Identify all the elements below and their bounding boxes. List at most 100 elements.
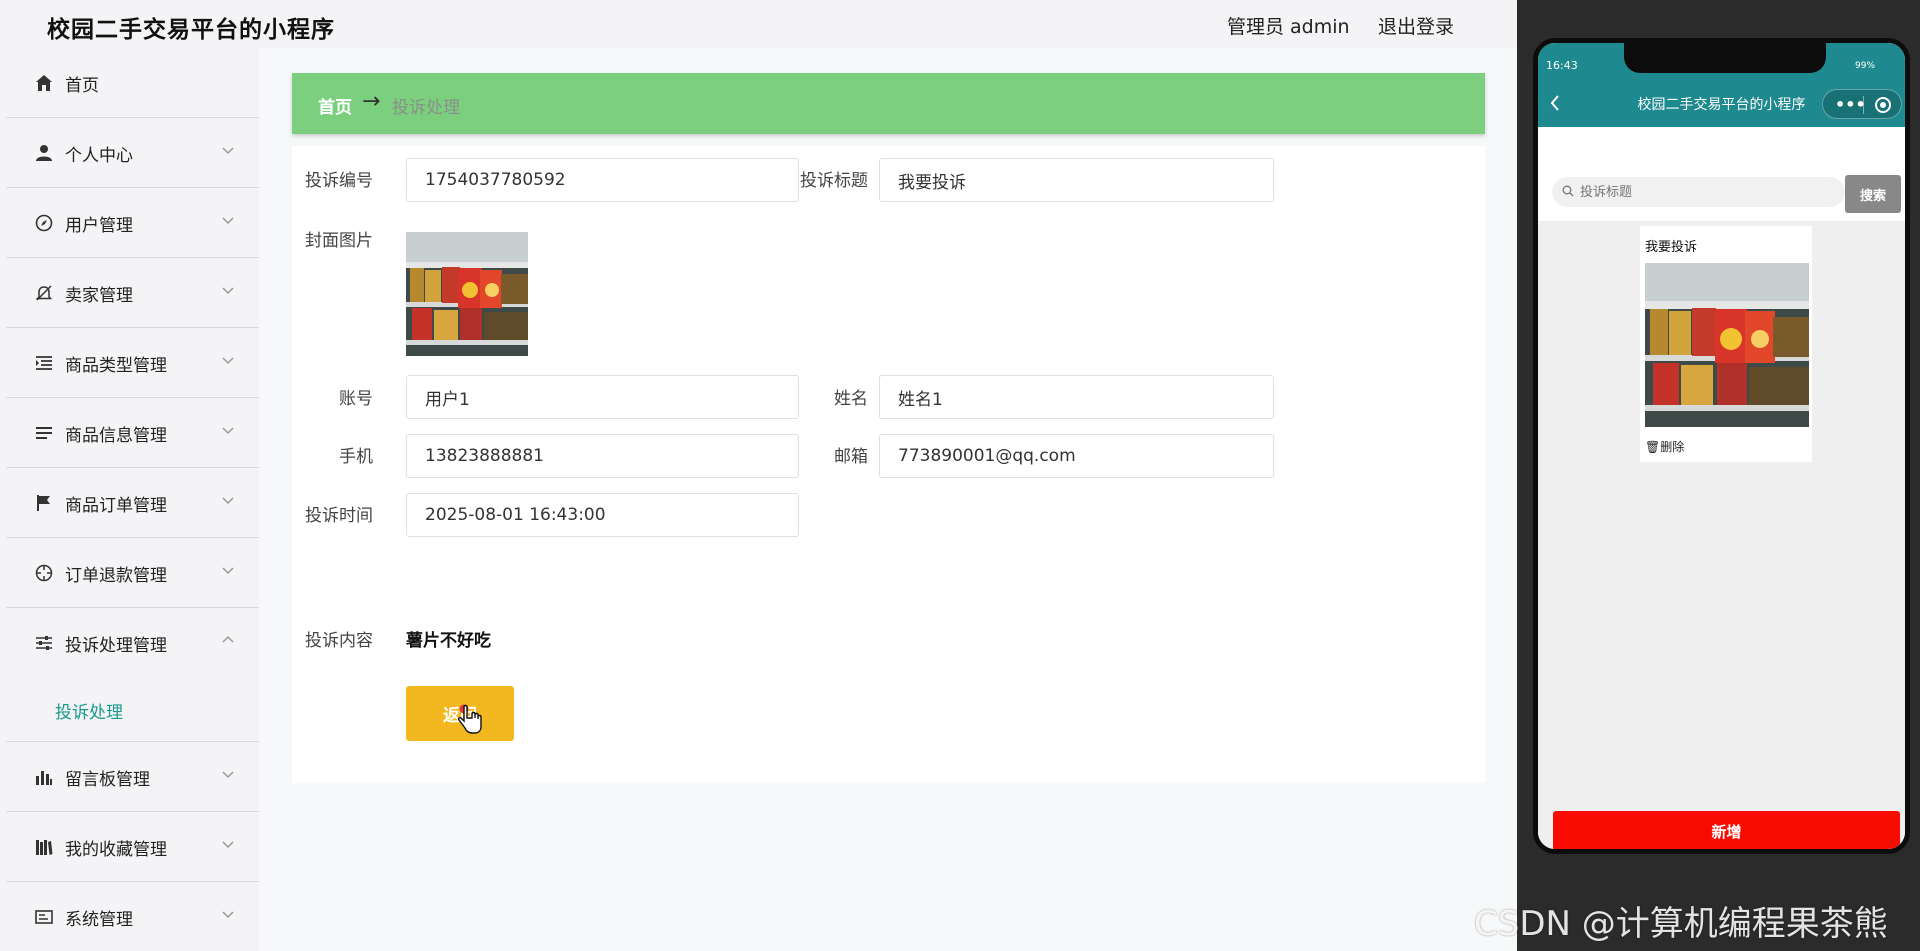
main-content: 首页 → 投诉处理 投诉编号 投诉标题 封面图片: [259, 48, 1517, 951]
sidebar-item-orders[interactable]: 商品订单管理: [6, 468, 259, 538]
chevron-down-icon: [222, 217, 234, 225]
phone-search-button[interactable]: 搜索: [1845, 175, 1901, 213]
chevron-down-icon: [222, 147, 234, 155]
mini-program-capsule[interactable]: •••: [1822, 89, 1902, 119]
sidebar-item-favorites[interactable]: 我的收藏管理: [6, 812, 259, 882]
card-title: 我要投诉: [1645, 240, 1698, 255]
email-field[interactable]: [879, 434, 1274, 478]
admin-panel: 校园二手交易平台的小程序 管理员 admin 退出登录 首页 个人中心 用户管理: [0, 0, 1517, 951]
close-mini-program-icon[interactable]: [1875, 97, 1891, 113]
complaint-title-field[interactable]: [879, 158, 1274, 202]
status-battery: 99%: [1855, 61, 1876, 71]
sidebar-item-label: 投诉处理管理: [65, 636, 167, 656]
breadcrumb: 首页 → 投诉处理: [292, 73, 1485, 134]
complaint-content-value: 薯片不好吃: [406, 631, 491, 651]
phone-field[interactable]: [406, 434, 799, 478]
chevron-down-icon: [222, 357, 234, 365]
status-time: 16:43: [1546, 59, 1578, 72]
card-image: [1645, 263, 1809, 427]
complaint-content-label: 投诉内容: [305, 631, 373, 651]
sidebar-item-refunds[interactable]: 订单退款管理: [6, 538, 259, 608]
phone-label: 手机: [339, 447, 373, 467]
chevron-down-icon: [222, 497, 234, 505]
search-icon: [1562, 185, 1574, 197]
account-label: 账号: [339, 389, 373, 409]
bell-off-icon: [34, 283, 54, 303]
account-field[interactable]: [406, 375, 799, 419]
add-button[interactable]: 新增: [1553, 811, 1900, 849]
breadcrumb-home-link[interactable]: 首页: [318, 93, 352, 118]
flag-icon: [34, 493, 54, 513]
complaint-title-label: 投诉标题: [800, 171, 868, 191]
sidebar-item-home[interactable]: 首页: [6, 48, 259, 118]
sliders-icon: [34, 633, 54, 653]
delete-button[interactable]: 🗑删除: [1645, 438, 1684, 455]
breadcrumb-current: 投诉处理: [392, 98, 460, 118]
delete-label: 删除: [1660, 440, 1685, 454]
chevron-down-icon: [222, 287, 234, 295]
list-indent-icon: [34, 353, 54, 373]
phone-search-area: 搜索: [1538, 127, 1905, 221]
complaint-detail-form: 投诉编号 投诉标题 封面图片: [292, 146, 1485, 783]
hand-pointer-icon: [457, 704, 482, 734]
sidebar-item-profile[interactable]: 个人中心: [6, 118, 259, 188]
name-field[interactable]: [879, 375, 1274, 419]
sidebar-item-message-board[interactable]: 留言板管理: [6, 742, 259, 812]
capsule-divider: [1863, 96, 1864, 114]
compass-icon: [34, 213, 54, 233]
cover-image-label: 封面图片: [305, 231, 373, 251]
sidebar-item-label: 我的收藏管理: [65, 840, 167, 860]
complaint-no-label: 投诉编号: [305, 171, 373, 191]
chevron-down-icon: [222, 911, 234, 919]
phone-notch: [1624, 43, 1826, 73]
phone-preview: 16:43 99% 校园二手交易平台的小程序 ••• 搜索 我要投诉: [1533, 38, 1910, 854]
sidebar-item-label: 留言板管理: [65, 770, 150, 790]
chevron-down-icon: [222, 841, 234, 849]
sidebar-item-label: 商品订单管理: [65, 496, 167, 516]
top-bar: 校园二手交易平台的小程序 管理员 admin 退出登录: [0, 0, 1517, 48]
sidebar-item-label: 用户管理: [65, 216, 133, 236]
home-indicator: [1670, 849, 1780, 853]
trash-icon: 🗑: [1645, 440, 1661, 454]
user-icon: [34, 143, 54, 163]
sidebar-item-label: 首页: [65, 76, 99, 96]
list-icon: [34, 423, 54, 443]
books-icon: [34, 837, 54, 857]
list-item[interactable]: 我要投诉 🗑删除: [1640, 226, 1812, 462]
chevron-down-icon: [222, 771, 234, 779]
sidebar-item-sellers[interactable]: 卖家管理: [6, 258, 259, 328]
sidebar-item-label: 个人中心: [65, 146, 133, 166]
admin-user-label: 管理员 admin: [1227, 16, 1350, 38]
complaint-time-label: 投诉时间: [305, 506, 373, 526]
watermark: CSDN @计算机编程果茶熊: [1474, 904, 1888, 944]
sidebar-item-label: 订单退款管理: [65, 566, 167, 586]
phone-complaint-list: 我要投诉 🗑删除: [1538, 221, 1905, 849]
logout-link[interactable]: 退出登录: [1378, 12, 1454, 39]
sidebar-item-label: 卖家管理: [65, 286, 133, 306]
sidebar-item-system[interactable]: 系统管理: [6, 882, 259, 951]
crosshair-icon: [34, 563, 54, 583]
sidebar-subitem-label: 投诉处理: [55, 703, 123, 723]
chevron-down-icon: [222, 567, 234, 575]
phone-search-input[interactable]: [1580, 181, 1830, 203]
sidebar-item-product-info[interactable]: 商品信息管理: [6, 398, 259, 468]
complaint-time-field[interactable]: [406, 493, 799, 537]
more-icon[interactable]: •••: [1835, 95, 1866, 114]
sidebar: 首页 个人中心 用户管理 卖家管理 商品类型管理 商品信息管理 商品订单管理 订…: [6, 48, 259, 951]
chevron-up-icon: [222, 635, 234, 643]
sidebar-item-label: 商品类型管理: [65, 356, 167, 376]
app-title: 校园二手交易平台的小程序: [47, 17, 335, 43]
sidebar-item-users[interactable]: 用户管理: [6, 188, 259, 258]
complaint-no-field[interactable]: [406, 158, 799, 202]
chevron-down-icon: [222, 427, 234, 435]
phone-nav-bar: 校园二手交易平台的小程序 •••: [1538, 79, 1905, 127]
bar-chart-icon: [34, 767, 54, 787]
sidebar-item-product-types[interactable]: 商品类型管理: [6, 328, 259, 398]
sidebar-item-label: 商品信息管理: [65, 426, 167, 446]
card-icon: [34, 907, 54, 927]
sidebar-subitem-complaint-handling[interactable]: 投诉处理: [6, 678, 259, 742]
phone-search-box[interactable]: [1552, 177, 1845, 207]
cover-image: [406, 232, 528, 356]
sidebar-item-complaints[interactable]: 投诉处理管理: [6, 608, 259, 678]
email-label: 邮箱: [834, 447, 868, 467]
